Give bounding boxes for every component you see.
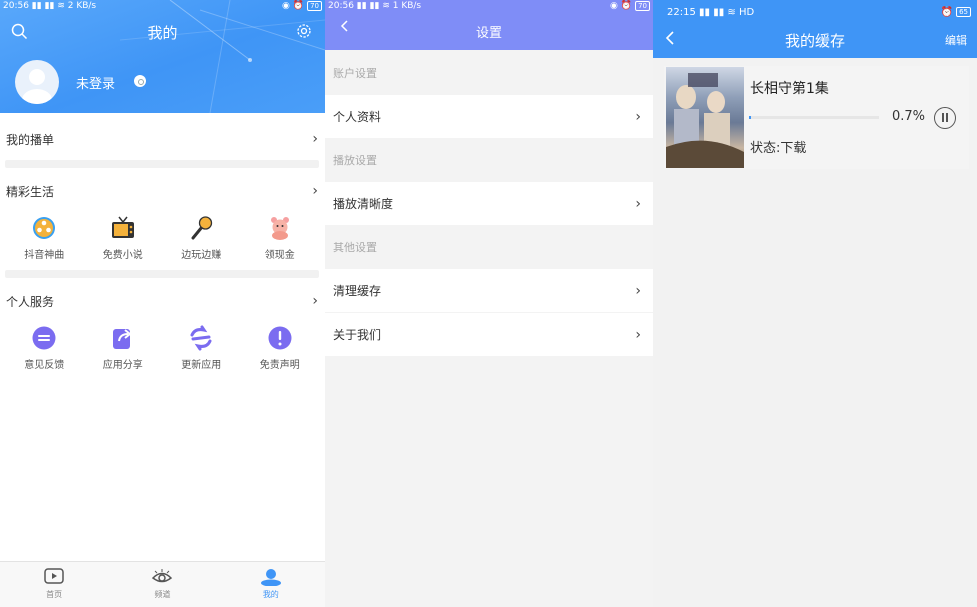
grid-item-label: 抖音神曲: [24, 250, 65, 261]
my-playlist-row[interactable]: 我的播单 ›: [0, 127, 325, 151]
life-grid: 抖音神曲 免费小说 边玩边赚 领现金: [5, 215, 319, 261]
battery-indicator: 70: [635, 1, 650, 11]
feedback-icon: [32, 326, 56, 350]
chevron-right-icon: ›: [312, 183, 318, 199]
service-section-label: 个人服务: [6, 294, 55, 309]
exclamation-icon: [268, 326, 292, 350]
piggy-bank-icon: [270, 217, 289, 240]
tv-icon: [111, 216, 134, 238]
grid-item-update[interactable]: 更新应用: [162, 325, 241, 371]
status-time: 20:56: [328, 1, 354, 11]
my-playlist-label: 我的播单: [6, 132, 55, 147]
status-bar: 22:15 ▮▮ ▮▮ ≋ HD ⏰ 65: [653, 0, 977, 24]
chevron-right-icon: ›: [635, 326, 641, 343]
chevron-right-icon: ›: [635, 108, 641, 125]
pause-icon[interactable]: [934, 107, 956, 129]
chevron-right-icon: ›: [312, 131, 318, 147]
grid-item-feedback[interactable]: 意见反馈: [5, 325, 84, 371]
login-arrow-icon[interactable]: [134, 75, 146, 87]
settings-header: 20:56 ▮▮ ▮▮ ≋ 1 KB/s ◉ ⏰ 70 设置: [325, 0, 653, 50]
grid-item-label: 免责声明: [259, 360, 300, 371]
tab-home[interactable]: 首页: [0, 562, 108, 607]
bottom-tab-bar: 首页 频道 我的: [0, 561, 325, 607]
grid-item-label: 更新应用: [181, 360, 222, 371]
divider: [5, 270, 319, 278]
profile-header: 20:56 ▮▮ ▮▮ ≋ 2 KB/s ◉ ⏰ 70 我的 未登录: [0, 0, 325, 113]
avatar[interactable]: [15, 60, 59, 104]
settings-item-profile[interactable]: 个人资料 ›: [325, 95, 653, 138]
grid-item-label: 边玩边赚: [181, 250, 222, 261]
settings-item-quality[interactable]: 播放清晰度 ›: [325, 182, 653, 225]
refresh-icon: [190, 325, 212, 351]
page-title: 设置: [475, 26, 502, 41]
service-grid: 意见反馈 应用分享 更新应用 免责声明: [5, 325, 319, 371]
video-thumbnail: [666, 67, 744, 168]
life-section-header[interactable]: 精彩生活 ›: [0, 179, 325, 203]
divider: [5, 160, 319, 168]
play-icon: [44, 568, 64, 584]
grid-item-cash[interactable]: 领现金: [241, 215, 320, 261]
tab-channel[interactable]: 频道: [108, 562, 216, 607]
grid-item-label: 意见反馈: [24, 360, 65, 371]
chevron-right-icon: ›: [635, 195, 641, 212]
tab-label: 我的: [262, 590, 279, 599]
download-status: 状态:下载: [750, 141, 807, 156]
status-network: HD: [738, 6, 755, 18]
login-status[interactable]: 未登录: [76, 73, 115, 92]
page-title: 我的: [147, 24, 178, 42]
grid-item-share[interactable]: 应用分享: [84, 325, 163, 371]
tab-label: 首页: [46, 590, 63, 599]
gear-icon[interactable]: [294, 21, 314, 41]
settings-item-label: 个人资料: [333, 110, 382, 124]
cache-panel: 22:15 ▮▮ ▮▮ ≋ HD ⏰ 65 我的缓存 编辑 长相守第1集 0.7…: [653, 0, 977, 607]
grid-item-disclaimer[interactable]: 免责声明: [241, 325, 320, 371]
download-percent: 0.7%: [892, 109, 926, 124]
settings-item-clear-cache[interactable]: 清理缓存 ›: [325, 269, 653, 312]
grid-item-label: 领现金: [264, 250, 295, 261]
settings-item-about[interactable]: 关于我们 ›: [325, 313, 653, 356]
group-header-account: 账户设置: [333, 67, 377, 80]
chevron-right-icon: ›: [312, 293, 318, 309]
grid-item-label: 应用分享: [102, 360, 143, 371]
grid-item-play-earn[interactable]: 边玩边赚: [162, 215, 241, 261]
settings-item-label: 播放清晰度: [333, 197, 394, 211]
status-bar: 20:56 ▮▮ ▮▮ ≋ 1 KB/s ◉ ⏰ 70: [325, 0, 653, 12]
chevron-right-icon: ›: [635, 282, 641, 299]
group-header-playback: 播放设置: [333, 154, 377, 167]
settings-item-label: 关于我们: [333, 328, 382, 342]
settings-panel: 20:56 ▮▮ ▮▮ ≋ 1 KB/s ◉ ⏰ 70 设置 账户设置 个人资料 ›…: [325, 0, 653, 607]
eye-icon: [152, 569, 173, 583]
tab-mine[interactable]: 我的: [217, 562, 325, 607]
battery-indicator: 65: [956, 7, 971, 17]
film-reel-icon: [33, 217, 56, 239]
cache-header: 22:15 ▮▮ ▮▮ ≋ HD ⏰ 65 我的缓存 编辑: [653, 0, 977, 58]
user-icon: [260, 569, 281, 586]
grid-item-label: 免费小说: [102, 250, 143, 261]
life-section-label: 精彩生活: [6, 184, 55, 199]
share-icon: [112, 329, 132, 349]
video-title: 长相守第1集: [750, 81, 829, 97]
status-time: 22:15: [667, 6, 696, 18]
edit-button[interactable]: 编辑: [945, 32, 967, 48]
download-progress-bar: [749, 116, 879, 119]
grid-item-douyin-songs[interactable]: 抖音神曲: [5, 215, 84, 261]
group-header-other: 其他设置: [333, 241, 377, 254]
service-section-header[interactable]: 个人服务 ›: [0, 289, 325, 313]
page-title: 我的缓存: [784, 32, 845, 50]
settings-item-label: 清理缓存: [333, 284, 382, 298]
status-speed: 1 KB/s: [392, 1, 422, 11]
grid-item-free-novels[interactable]: 免费小说: [84, 215, 163, 261]
my-page-panel: 20:56 ▮▮ ▮▮ ≋ 2 KB/s ◉ ⏰ 70 我的 未登录 我的播单 › …: [0, 0, 325, 607]
download-item[interactable]: 长相守第1集 0.7% 状态:下载: [664, 66, 969, 169]
tab-label: 频道: [154, 590, 171, 599]
microphone-icon: [191, 216, 213, 240]
